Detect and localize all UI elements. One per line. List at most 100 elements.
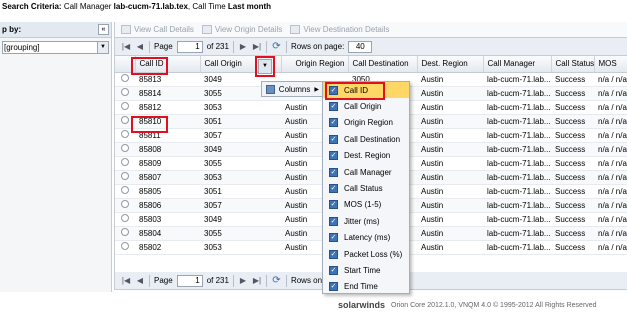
origin-details-icon xyxy=(201,25,212,34)
row-select-cell xyxy=(115,100,135,115)
checkbox-checked-icon[interactable]: ✓ xyxy=(329,184,338,194)
row-radio-button[interactable] xyxy=(121,228,129,236)
view-call-details-label: View Call Details xyxy=(134,25,194,34)
table-cell: 3051 xyxy=(200,114,281,129)
row-select-cell xyxy=(115,198,135,213)
criteria-manager: lab-cucm-71.lab.tex xyxy=(113,2,188,11)
checkbox-checked-icon[interactable]: ✓ xyxy=(329,134,338,144)
last-page-button[interactable]: ▶| xyxy=(252,42,262,51)
group-by-select[interactable]: [grouping] ▼ xyxy=(2,41,109,54)
group-by-header: p by: « xyxy=(0,22,111,38)
column-toggle-label: Latency (ms) xyxy=(344,233,391,243)
table-cell: Success xyxy=(551,100,594,115)
page-number-input[interactable]: 1 xyxy=(176,274,203,287)
row-radio-button[interactable] xyxy=(121,130,129,138)
submenu-arrow-icon: ▶ xyxy=(314,86,319,93)
column-header[interactable]: Origin Region xyxy=(281,56,349,73)
checkbox-checked-icon[interactable]: ✓ xyxy=(329,118,338,128)
column-header[interactable]: Call Manager xyxy=(483,56,552,73)
column-toggle-item[interactable]: ✓ Origin Region xyxy=(323,115,409,131)
view-call-details-button[interactable]: View Call Details xyxy=(121,25,194,34)
row-radio-button[interactable] xyxy=(121,172,129,180)
column-toggle-item[interactable]: ✓ End Time xyxy=(323,279,409,295)
table-cell: lab-cucm-71.lab... xyxy=(483,128,551,143)
table-cell: Success xyxy=(551,170,594,185)
rows-on-page-input[interactable]: 40 xyxy=(348,40,373,53)
column-toggle-item[interactable]: ✓ MOS (1-5) xyxy=(323,197,409,213)
collapse-panel-button[interactable]: « xyxy=(98,24,109,35)
search-criteria: Search Criteria: Call Manager lab-cucm-7… xyxy=(2,1,271,12)
view-origin-details-button[interactable]: View Origin Details xyxy=(201,25,282,34)
prev-page-button[interactable]: ◀ xyxy=(135,42,145,51)
checkbox-checked-icon[interactable]: ✓ xyxy=(329,282,338,292)
table-cell: 3057 xyxy=(200,198,281,213)
row-radio-button[interactable] xyxy=(121,116,129,124)
table-cell: Austin xyxy=(417,86,483,101)
columns-submenu: ✓ Call ID ✓ Call Origin ✓ Origin Region ✓ Call … xyxy=(322,81,410,294)
table-cell: Austin xyxy=(417,212,483,227)
column-header[interactable]: Call Status xyxy=(551,56,595,73)
column-toggle-item[interactable]: ✓ Call Destination xyxy=(323,131,409,147)
column-toggle-item[interactable]: ✓ Start Time xyxy=(323,262,409,278)
next-page-button[interactable]: ▶ xyxy=(238,276,248,285)
pager-divider xyxy=(149,40,150,53)
table-cell: Austin xyxy=(417,128,483,143)
table-cell: lab-cucm-71.lab... xyxy=(483,170,551,185)
row-select-cell xyxy=(115,142,135,157)
column-toggle-item[interactable]: ✓ Jitter (ms) xyxy=(323,213,409,229)
column-header[interactable]: Call Destination xyxy=(348,56,418,73)
checkbox-checked-icon[interactable]: ✓ xyxy=(329,249,338,259)
prev-page-button[interactable]: ◀ xyxy=(135,276,145,285)
checkbox-checked-icon[interactable]: ✓ xyxy=(329,265,338,275)
checkbox-checked-icon[interactable]: ✓ xyxy=(329,102,338,112)
column-toggle-item[interactable]: ✓ Dest. Region xyxy=(323,148,409,164)
row-radio-button[interactable] xyxy=(121,242,129,250)
row-radio-button[interactable] xyxy=(121,74,129,82)
row-radio-button[interactable] xyxy=(121,158,129,166)
checkbox-checked-icon[interactable]: ✓ xyxy=(329,151,338,161)
columns-menu[interactable]: Columns ▶ xyxy=(261,81,323,97)
refresh-icon[interactable]: ⟳ xyxy=(271,41,282,52)
next-page-button[interactable]: ▶ xyxy=(238,42,248,51)
row-radio-button[interactable] xyxy=(121,214,129,222)
column-toggle-item[interactable]: ✓ Call Status xyxy=(323,180,409,196)
column-header[interactable]: MOS xyxy=(594,56,627,73)
row-select-cell xyxy=(115,86,135,101)
table-cell: Austin xyxy=(417,142,483,157)
checkbox-checked-icon[interactable]: ✓ xyxy=(329,216,338,226)
criteria-prefix: Call Manager xyxy=(63,2,112,11)
page-label: Page xyxy=(154,42,173,51)
pager-divider xyxy=(232,274,234,287)
view-destination-details-label: View Destination Details xyxy=(303,25,390,34)
row-radio-button[interactable] xyxy=(121,144,129,152)
table-cell: Success xyxy=(551,128,594,143)
last-page-button[interactable]: ▶| xyxy=(252,276,262,285)
checkbox-checked-icon[interactable]: ✓ xyxy=(329,200,338,210)
table-cell: lab-cucm-71.lab... xyxy=(483,72,551,87)
chevron-down-icon[interactable]: ▼ xyxy=(97,42,108,53)
row-radio-button[interactable] xyxy=(121,88,129,96)
table-cell: Success xyxy=(551,156,594,171)
page-number-input[interactable]: 1 xyxy=(176,40,203,53)
column-toggle-item[interactable]: ✓ Call Manager xyxy=(323,164,409,180)
column-toggle-item[interactable]: ✓ Packet Loss (%) xyxy=(323,246,409,262)
column-toggle-label: Packet Loss (%) xyxy=(344,249,403,259)
details-toolbar: View Call Details View Origin Details Vi… xyxy=(115,22,627,38)
column-toggle-label: Call Origin xyxy=(344,102,382,112)
checkbox-checked-icon[interactable]: ✓ xyxy=(329,167,338,177)
first-page-button[interactable]: |◀ xyxy=(121,276,131,285)
column-toggle-item[interactable]: ✓ Call Origin xyxy=(323,98,409,114)
row-radio-button[interactable] xyxy=(121,186,129,194)
first-page-button[interactable]: |◀ xyxy=(121,42,131,51)
refresh-icon[interactable]: ⟳ xyxy=(271,275,282,286)
criteria-sep: , Call Time xyxy=(187,2,226,11)
table-cell: n/a / n/a xyxy=(594,128,627,143)
row-radio-button[interactable] xyxy=(121,102,129,110)
pager-divider xyxy=(285,40,287,53)
column-toggle-item[interactable]: ✓ Latency (ms) xyxy=(323,230,409,246)
row-select-cell xyxy=(115,156,135,171)
view-destination-details-button[interactable]: View Destination Details xyxy=(290,25,389,34)
column-header[interactable]: Dest. Region xyxy=(417,56,484,73)
checkbox-checked-icon[interactable]: ✓ xyxy=(329,233,338,243)
row-radio-button[interactable] xyxy=(121,200,129,208)
